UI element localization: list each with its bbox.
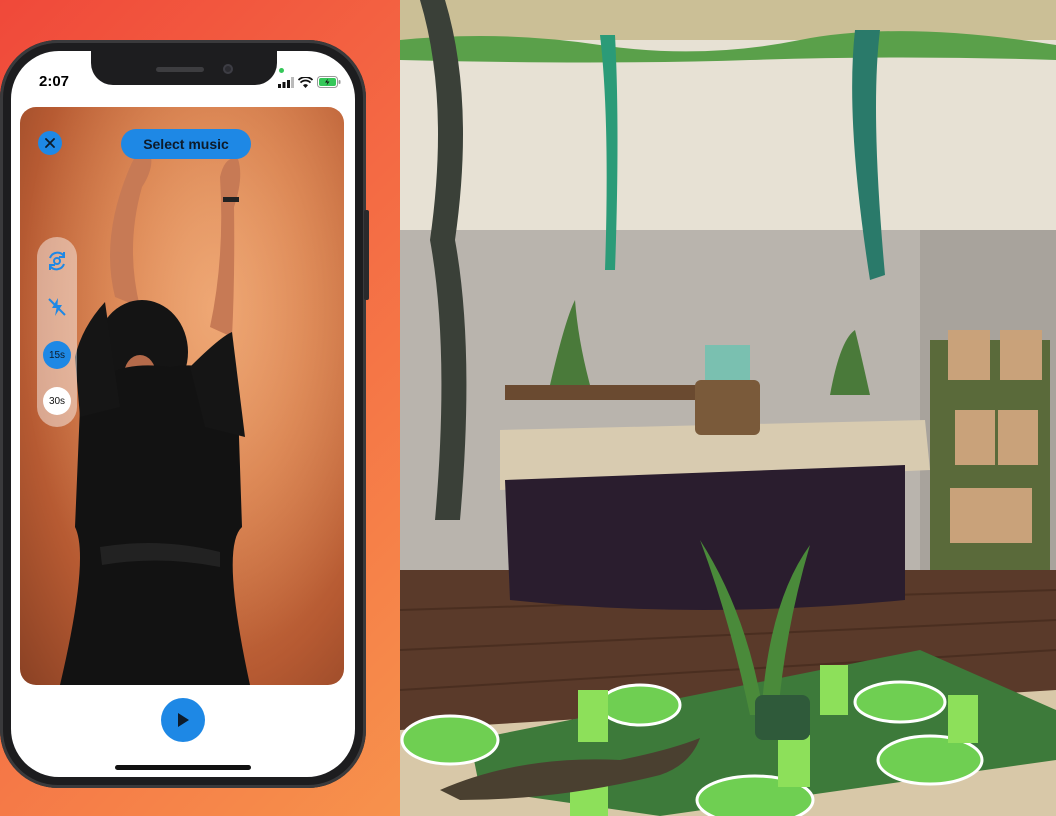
side-button xyxy=(364,210,369,300)
status-icons xyxy=(278,76,341,88)
home-indicator xyxy=(115,765,251,770)
flash-off-icon xyxy=(48,298,66,316)
wifi-icon xyxy=(298,76,313,88)
status-time: 2:07 xyxy=(39,73,70,90)
camera-in-use-indicator xyxy=(279,68,284,73)
phone-screen: 2:07 Select music 15s 30s xyxy=(11,51,355,777)
party-photo xyxy=(400,0,1056,816)
close-button[interactable] xyxy=(38,131,62,155)
duration-15s-button[interactable]: 15s xyxy=(43,341,71,369)
speaker xyxy=(156,67,204,72)
duration-30s-button[interactable]: 30s xyxy=(43,387,71,415)
play-button[interactable] xyxy=(161,698,205,742)
jungle-party-scene xyxy=(400,0,1056,816)
close-icon xyxy=(45,138,55,148)
flip-camera-icon xyxy=(49,251,65,271)
flash-toggle-button[interactable] xyxy=(45,295,69,319)
notch xyxy=(91,51,277,85)
video-preview: Select music 15s 30s xyxy=(20,107,344,685)
camera-tools-strip: 15s 30s xyxy=(37,237,77,427)
battery-icon xyxy=(317,76,341,88)
front-camera xyxy=(223,64,233,74)
play-icon xyxy=(178,713,189,727)
select-music-button[interactable]: Select music xyxy=(121,129,251,159)
signal-icon xyxy=(278,76,294,88)
flip-camera-button[interactable] xyxy=(45,249,69,273)
phone-mockup: 2:07 Select music 15s 30s xyxy=(0,40,369,788)
